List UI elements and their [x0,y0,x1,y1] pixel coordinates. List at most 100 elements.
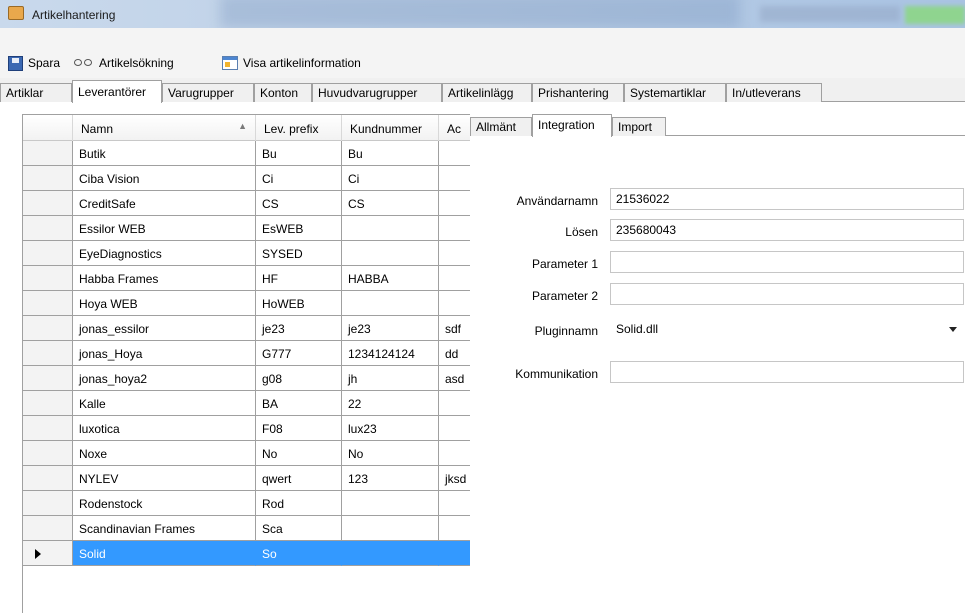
row-header[interactable] [23,441,73,466]
row-header[interactable] [23,316,73,341]
row-header[interactable] [23,141,73,166]
table-cell[interactable]: Habba Frames [73,266,256,291]
table-row[interactable]: CreditSafe CS CS [23,191,470,216]
table-cell[interactable]: jonas_Hoya [73,341,256,366]
row-header[interactable] [23,516,73,541]
table-cell[interactable]: Hoya WEB [73,291,256,316]
tab-konton[interactable]: Konton [254,83,312,102]
row-header[interactable] [23,391,73,416]
table-cell[interactable] [439,391,470,416]
table-cell[interactable]: jonas_hoya2 [73,366,256,391]
table-cell[interactable]: BA [256,391,342,416]
table-row[interactable]: jonas_hoya2 g08 jh asd [23,366,470,391]
table-cell[interactable]: je23 [342,316,439,341]
table-cell[interactable]: HoWEB [256,291,342,316]
table-cell[interactable]: 123 [342,466,439,491]
table-cell[interactable]: CS [256,191,342,216]
table-cell[interactable]: Noxe [73,441,256,466]
table-cell[interactable]: jh [342,366,439,391]
parameter1-field[interactable] [610,251,964,273]
communication-field[interactable] [610,361,964,383]
table-row[interactable]: jonas_Hoya G777 1234124124 dd [23,341,470,366]
column-header-namn[interactable]: Namn ▲ [73,115,256,141]
table-cell[interactable]: Ci [256,166,342,191]
table-cell[interactable]: jonas_essilor [73,316,256,341]
table-cell[interactable]: je23 [256,316,342,341]
table-cell[interactable]: 22 [342,391,439,416]
table-row[interactable]: EyeDiagnostics SYSED [23,241,470,266]
row-header[interactable] [23,166,73,191]
tab-varugrupper[interactable]: Varugrupper [162,83,254,102]
table-cell[interactable]: No [256,441,342,466]
table-cell[interactable] [342,491,439,516]
table-row[interactable]: Solid So [23,541,470,566]
table-cell[interactable]: Kalle [73,391,256,416]
table-cell[interactable]: HABBA [342,266,439,291]
column-header-kundnummer[interactable]: Kundnummer [342,115,439,141]
row-header[interactable] [23,541,73,566]
tab-huvudvarugrupper[interactable]: Huvudvarugrupper [312,83,442,102]
row-header[interactable] [23,216,73,241]
table-cell[interactable]: Rodenstock [73,491,256,516]
table-row[interactable]: NYLEV qwert 123 jksd [23,466,470,491]
table-cell[interactable] [342,216,439,241]
table-cell[interactable]: No [342,441,439,466]
table-cell[interactable] [439,216,470,241]
table-cell[interactable] [439,416,470,441]
table-row[interactable]: Kalle BA 22 [23,391,470,416]
table-cell[interactable] [439,166,470,191]
table-cell[interactable] [439,291,470,316]
table-cell[interactable] [342,516,439,541]
table-cell[interactable]: lux23 [342,416,439,441]
table-row[interactable]: Ciba Vision Ci Ci [23,166,470,191]
plugin-name-dropdown[interactable]: Solid.dll [610,318,964,340]
table-cell[interactable]: qwert [256,466,342,491]
tab-artikelinlagg[interactable]: Artikelinlägg [442,83,532,102]
tab-artiklar[interactable]: Artiklar [0,83,72,102]
table-cell[interactable]: Scandinavian Frames [73,516,256,541]
tab-systemartiklar[interactable]: Systemartiklar [624,83,726,102]
table-cell[interactable] [342,241,439,266]
table-cell[interactable] [439,241,470,266]
table-row[interactable]: Essilor WEB EsWEB [23,216,470,241]
table-cell[interactable]: dd [439,341,470,366]
table-cell[interactable]: 1234124124 [342,341,439,366]
username-field[interactable]: 21536022 [610,188,964,210]
row-header[interactable] [23,241,73,266]
table-row[interactable]: Noxe No No [23,441,470,466]
table-cell[interactable] [439,266,470,291]
row-header[interactable] [23,416,73,441]
table-row[interactable]: Butik Bu Bu [23,141,470,166]
supplier-grid[interactable]: Namn ▲ Lev. prefix Kundnummer Ac Butik Bu… [22,114,470,613]
table-cell[interactable]: jksd [439,466,470,491]
password-field[interactable]: 235680043 [610,219,964,241]
row-header[interactable] [23,366,73,391]
article-search-button[interactable]: Artikelsökning [74,54,174,72]
row-header[interactable] [23,291,73,316]
table-cell[interactable]: SYSED [256,241,342,266]
table-cell[interactable] [439,441,470,466]
table-cell[interactable]: Essilor WEB [73,216,256,241]
table-cell[interactable]: asd [439,366,470,391]
row-header[interactable] [23,491,73,516]
table-cell[interactable]: Solid [73,541,256,566]
row-header[interactable] [23,466,73,491]
table-cell[interactable]: EsWEB [256,216,342,241]
show-article-info-button[interactable]: Visa artikelinformation [222,54,361,72]
table-cell[interactable]: So [256,541,342,566]
table-row[interactable]: Scandinavian Frames Sca [23,516,470,541]
tab-import[interactable]: Import [612,117,666,136]
table-row[interactable]: Habba Frames HF HABBA [23,266,470,291]
table-cell[interactable]: luxotica [73,416,256,441]
tab-prishantering[interactable]: Prishantering [532,83,624,102]
tab-allmant[interactable]: Allmänt [470,117,532,136]
table-cell[interactable]: CreditSafe [73,191,256,216]
table-cell[interactable] [439,141,470,166]
table-cell[interactable]: Ci [342,166,439,191]
table-cell[interactable] [342,291,439,316]
table-cell[interactable]: CS [342,191,439,216]
table-cell[interactable]: F08 [256,416,342,441]
tab-integration[interactable]: Integration [532,114,612,137]
table-cell[interactable]: EyeDiagnostics [73,241,256,266]
table-row[interactable]: luxotica F08 lux23 [23,416,470,441]
